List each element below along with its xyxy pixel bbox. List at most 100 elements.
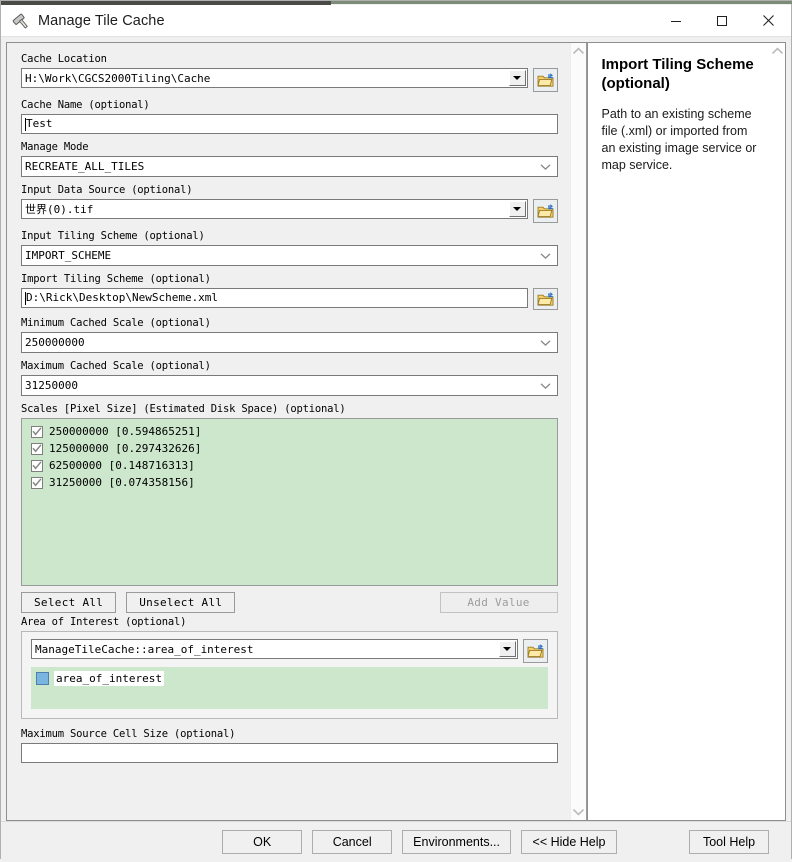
cancel-button[interactable]: Cancel [312, 830, 393, 854]
manage-mode-combo[interactable]: RECREATE_ALL_TILES [21, 156, 558, 177]
input-tiling-scheme-label: Input Tiling Scheme (optional) [21, 230, 205, 242]
manage-mode-row: RECREATE_ALL_TILES [21, 156, 558, 177]
select-all-button[interactable]: Select All [21, 592, 117, 613]
list-item[interactable]: 31250000 [0.074358156] [26, 474, 553, 491]
minimum-cached-scale-combo[interactable]: 250000000 [21, 332, 558, 353]
cache-location-combo[interactable]: H:\Work\CGCS2000Tiling\Cache [21, 68, 528, 88]
help-scrollbar[interactable] [769, 43, 785, 820]
minimum-cached-scale-value: 250000000 [25, 336, 85, 349]
area-of-interest-combo[interactable]: ManageTileCache::area_of_interest [31, 639, 518, 659]
manage-mode-value: RECREATE_ALL_TILES [25, 160, 145, 173]
scale-item-text: 62500000 [0.148716313] [49, 459, 195, 472]
area-of-interest-list[interactable]: area_of_interest [31, 667, 548, 709]
title-bar: Manage Tile Cache [1, 5, 791, 37]
scroll-up-icon[interactable] [572, 47, 585, 55]
parameters-panel: Cache Location H:\Work\CGCS2000Tiling\Ca… [6, 42, 587, 821]
scale-item-text: 250000000 [0.594865251] [49, 425, 202, 438]
input-data-source-row: 世界(0).tif [21, 199, 558, 223]
maximum-cached-scale-row: 31250000 [21, 375, 558, 396]
scale-item-text: 31250000 [0.074358156] [49, 476, 195, 489]
background-window-edge-right [331, 1, 792, 4]
input-data-source-value: 世界(0).tif [25, 203, 94, 216]
scales-label: Scales [Pixel Size] (Estimated Disk Spac… [21, 403, 346, 415]
input-tiling-scheme-row: IMPORT_SCHEME [21, 245, 558, 266]
minimum-cached-scale-row: 250000000 [21, 332, 558, 353]
manage-tile-cache-dialog: Manage Tile Cache Cache Location H:\Work… [0, 0, 792, 862]
hammer-icon [7, 10, 37, 32]
area-of-interest-dropdown-arrow[interactable] [498, 641, 516, 657]
maximum-source-cell-size-row [21, 743, 558, 763]
manage-mode-label: Manage Mode [21, 141, 89, 153]
scroll-up-icon[interactable] [771, 47, 784, 55]
scroll-down-icon[interactable] [572, 808, 585, 816]
input-data-source-combo[interactable]: 世界(0).tif [21, 199, 528, 219]
parameters-scrollbar[interactable] [569, 43, 587, 820]
help-description: Path to an existing scheme file (.xml) o… [601, 107, 757, 172]
cache-location-label: Cache Location [21, 53, 107, 65]
checkbox-checked-icon[interactable] [31, 442, 43, 455]
cache-name-input[interactable]: Test [21, 114, 558, 134]
import-tiling-scheme-label: Import Tiling Scheme (optional) [21, 273, 211, 285]
cache-location-value: H:\Work\CGCS2000Tiling\Cache [25, 71, 211, 85]
minimum-cached-scale-label: Minimum Cached Scale (optional) [21, 317, 211, 329]
ok-button[interactable]: OK [222, 830, 303, 854]
maximum-source-cell-size-input[interactable] [21, 743, 558, 763]
list-item[interactable]: 62500000 [0.148716313] [26, 457, 553, 474]
input-data-source-dropdown-arrow[interactable] [508, 201, 526, 217]
cache-name-label: Cache Name (optional) [21, 99, 150, 111]
maximize-button[interactable] [699, 5, 745, 36]
area-of-interest-browse-button[interactable] [522, 639, 548, 663]
minimize-button[interactable] [653, 5, 699, 36]
parameters-scroll-content: Cache Location H:\Work\CGCS2000Tiling\Ca… [7, 43, 570, 820]
tool-help-button[interactable]: Tool Help [689, 830, 769, 854]
chevron-down-icon [540, 379, 551, 392]
maximum-cached-scale-value: 31250000 [25, 379, 78, 392]
area-of-interest-item-label: area_of_interest [54, 671, 164, 686]
help-title: Import Tiling Scheme (optional) [601, 56, 754, 92]
cache-name-value: Test [26, 117, 53, 130]
checkbox-checked-icon[interactable] [31, 476, 43, 489]
input-data-source-browse-button[interactable] [532, 199, 558, 223]
scales-listbox[interactable]: 250000000 [0.594865251] 125000000 [0.297… [21, 418, 558, 586]
area-of-interest-label: Area of Interest (optional) [21, 616, 187, 628]
maximum-cached-scale-combo[interactable]: 31250000 [21, 375, 558, 396]
chevron-down-icon [540, 160, 551, 173]
import-tiling-scheme-value: D:\Rick\Desktop\NewScheme.xml [26, 291, 219, 304]
window-title: Manage Tile Cache [38, 12, 165, 29]
cache-location-row: H:\Work\CGCS2000Tiling\Cache [21, 68, 558, 92]
help-panel: Import Tiling Scheme (optional) Path to … [586, 42, 786, 821]
area-of-interest-row: ManageTileCache::area_of_interest [31, 639, 548, 663]
help-content: Import Tiling Scheme (optional) Path to … [588, 43, 769, 820]
hide-help-button[interactable]: << Hide Help [521, 830, 617, 854]
import-tiling-scheme-browse-button[interactable] [532, 288, 558, 310]
add-value-button[interactable]: Add Value [439, 592, 558, 613]
dialog-footer: OK Cancel Environments... << Hide Help T… [1, 821, 791, 862]
maximum-cached-scale-label: Maximum Cached Scale (optional) [21, 360, 211, 372]
list-item[interactable]: 250000000 [0.594865251] [26, 423, 553, 440]
list-item[interactable]: 125000000 [0.297432626] [26, 440, 553, 457]
scale-item-text: 125000000 [0.297432626] [49, 442, 202, 455]
chevron-down-icon [540, 336, 551, 349]
maximum-source-cell-size-label: Maximum Source Cell Size (optional) [21, 728, 236, 740]
area-of-interest-value: ManageTileCache::area_of_interest [35, 642, 254, 656]
scales-button-row: Select All Unselect All Add Value [21, 592, 558, 613]
input-tiling-scheme-value: IMPORT_SCHEME [25, 249, 112, 262]
close-button[interactable] [745, 5, 791, 36]
input-data-source-label: Input Data Source (optional) [21, 184, 193, 196]
area-of-interest-group: ManageTileCache::area_of_interest area_o… [21, 631, 558, 719]
window-controls [653, 5, 791, 36]
import-tiling-scheme-input[interactable]: D:\Rick\Desktop\NewScheme.xml [21, 288, 528, 308]
input-tiling-scheme-combo[interactable]: IMPORT_SCHEME [21, 245, 558, 266]
checkbox-checked-icon[interactable] [31, 425, 43, 438]
unselect-all-button[interactable]: Unselect All [126, 592, 236, 613]
list-item[interactable]: area_of_interest [34, 670, 548, 687]
cache-location-dropdown-arrow[interactable] [508, 70, 526, 86]
cache-location-browse-button[interactable] [532, 68, 558, 92]
checkbox-checked-icon[interactable] [31, 459, 43, 472]
dialog-body: Cache Location H:\Work\CGCS2000Tiling\Ca… [1, 37, 791, 821]
chevron-down-icon [540, 249, 551, 262]
environments-button[interactable]: Environments... [402, 830, 511, 854]
polygon-symbol-icon [36, 672, 49, 685]
import-tiling-scheme-row: D:\Rick\Desktop\NewScheme.xml [21, 288, 558, 310]
cache-name-row: Test [21, 114, 558, 134]
